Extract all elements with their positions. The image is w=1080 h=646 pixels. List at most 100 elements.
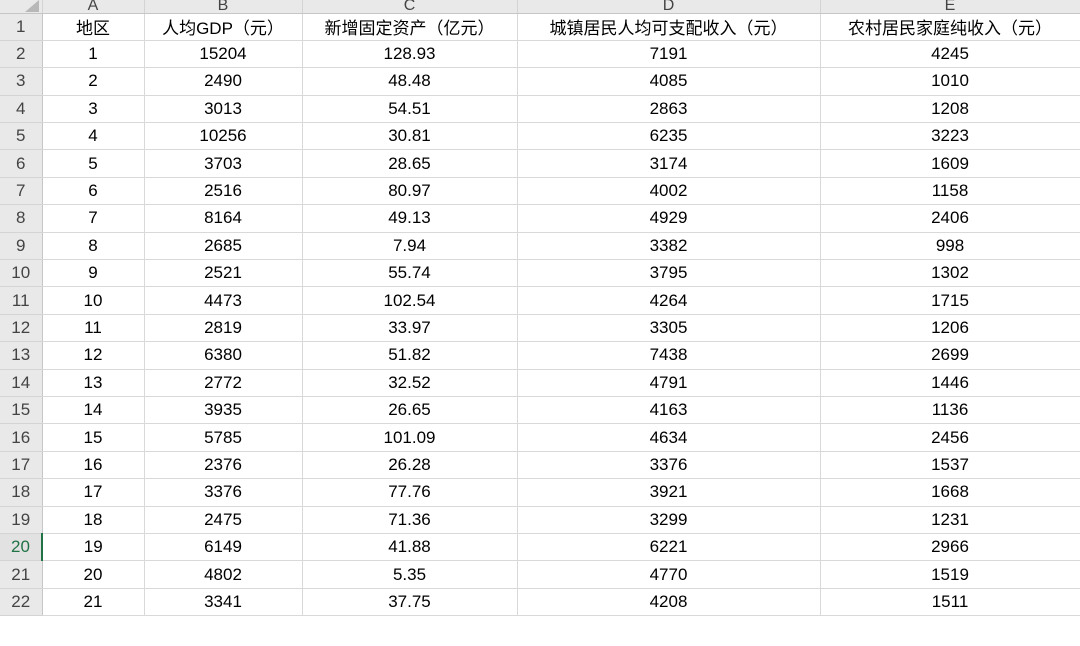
- cell[interactable]: 2863: [517, 95, 821, 124]
- cell[interactable]: 4791: [517, 369, 821, 397]
- cell[interactable]: 4802: [144, 560, 303, 589]
- cell[interactable]: 3376: [517, 451, 821, 480]
- select-all-corner[interactable]: [0, 0, 43, 14]
- cell[interactable]: 1446: [820, 369, 1080, 397]
- cell[interactable]: 2406: [820, 204, 1080, 233]
- cell[interactable]: 1231: [820, 506, 1080, 534]
- cell[interactable]: 33.97: [302, 314, 518, 343]
- row-number[interactable]: 10: [0, 259, 43, 288]
- cell[interactable]: 4208: [517, 588, 821, 617]
- cell[interactable]: 1158: [820, 177, 1080, 206]
- cell[interactable]: 6: [42, 177, 145, 206]
- row-number[interactable]: 17: [0, 451, 43, 480]
- cell[interactable]: 20: [42, 560, 145, 589]
- cell[interactable]: 26.28: [302, 451, 518, 480]
- cell[interactable]: 15: [42, 423, 145, 452]
- cell[interactable]: 7.94: [302, 232, 518, 261]
- cell[interactable]: 3376: [144, 478, 303, 507]
- cell[interactable]: 2699: [820, 341, 1080, 370]
- cell[interactable]: 10256: [144, 122, 303, 151]
- cell[interactable]: 16: [42, 451, 145, 480]
- cell[interactable]: 5: [42, 149, 145, 178]
- cell[interactable]: 4473: [144, 286, 303, 315]
- row-number[interactable]: 14: [0, 369, 43, 397]
- cell[interactable]: 48.48: [302, 67, 518, 96]
- cell[interactable]: 12: [42, 341, 145, 370]
- cell[interactable]: 6221: [517, 533, 821, 562]
- column-header-b[interactable]: B: [144, 0, 303, 14]
- cell[interactable]: 3921: [517, 478, 821, 507]
- cell[interactable]: 3299: [517, 506, 821, 534]
- cell[interactable]: 1208: [820, 95, 1080, 124]
- cell[interactable]: 1519: [820, 560, 1080, 589]
- row-number[interactable]: 12: [0, 314, 43, 343]
- row-number[interactable]: 18: [0, 478, 43, 507]
- cell[interactable]: 102.54: [302, 286, 518, 315]
- cell[interactable]: 17: [42, 478, 145, 507]
- cell[interactable]: 6149: [144, 533, 303, 562]
- header-cell-gdp[interactable]: 人均GDP（元）: [144, 13, 303, 41]
- cell[interactable]: 2516: [144, 177, 303, 206]
- row-number[interactable]: 7: [0, 177, 43, 206]
- cell[interactable]: 2490: [144, 67, 303, 96]
- cell[interactable]: 1: [42, 40, 145, 69]
- cell[interactable]: 21: [42, 588, 145, 617]
- cell[interactable]: 4085: [517, 67, 821, 96]
- row-number[interactable]: 8: [0, 204, 43, 233]
- row-number[interactable]: 2: [0, 40, 43, 69]
- cell[interactable]: 71.36: [302, 506, 518, 534]
- cell[interactable]: 2772: [144, 369, 303, 397]
- cell[interactable]: 54.51: [302, 95, 518, 124]
- cell[interactable]: 37.75: [302, 588, 518, 617]
- cell[interactable]: 55.74: [302, 259, 518, 288]
- cell[interactable]: 4770: [517, 560, 821, 589]
- cell[interactable]: 101.09: [302, 423, 518, 452]
- cell[interactable]: 19: [42, 533, 145, 562]
- header-cell-rural-income[interactable]: 农村居民家庭纯收入（元）: [820, 13, 1080, 41]
- row-number[interactable]: 21: [0, 560, 43, 589]
- cell[interactable]: 3382: [517, 232, 821, 261]
- cell[interactable]: 1511: [820, 588, 1080, 617]
- row-number[interactable]: 13: [0, 341, 43, 370]
- row-number[interactable]: 11: [0, 286, 43, 315]
- cell[interactable]: 8164: [144, 204, 303, 233]
- row-number[interactable]: 16: [0, 423, 43, 452]
- cell[interactable]: 32.52: [302, 369, 518, 397]
- cell[interactable]: 3935: [144, 396, 303, 425]
- column-header-a[interactable]: A: [42, 0, 145, 14]
- cell[interactable]: 7438: [517, 341, 821, 370]
- row-number[interactable]: 15: [0, 396, 43, 425]
- cell[interactable]: 4: [42, 122, 145, 151]
- cell[interactable]: 5.35: [302, 560, 518, 589]
- cell[interactable]: 26.65: [302, 396, 518, 425]
- cell[interactable]: 4245: [820, 40, 1080, 69]
- cell[interactable]: 998: [820, 232, 1080, 261]
- cell[interactable]: 1302: [820, 259, 1080, 288]
- cell[interactable]: 77.76: [302, 478, 518, 507]
- cell[interactable]: 4929: [517, 204, 821, 233]
- cell[interactable]: 10: [42, 286, 145, 315]
- header-cell-urban-income[interactable]: 城镇居民人均可支配收入（元）: [517, 13, 821, 41]
- cell[interactable]: 3013: [144, 95, 303, 124]
- cell[interactable]: 14: [42, 396, 145, 425]
- header-cell-region[interactable]: 地区: [42, 13, 145, 41]
- cell[interactable]: 7191: [517, 40, 821, 69]
- column-header-d[interactable]: D: [517, 0, 821, 14]
- cell[interactable]: 49.13: [302, 204, 518, 233]
- cell[interactable]: 9: [42, 259, 145, 288]
- cell[interactable]: 3341: [144, 588, 303, 617]
- column-header-e[interactable]: E: [820, 0, 1080, 14]
- cell[interactable]: 30.81: [302, 122, 518, 151]
- cell[interactable]: 6235: [517, 122, 821, 151]
- cell[interactable]: 1537: [820, 451, 1080, 480]
- cell[interactable]: 2475: [144, 506, 303, 534]
- row-number[interactable]: 9: [0, 232, 43, 261]
- cell[interactable]: 3795: [517, 259, 821, 288]
- row-number[interactable]: 20: [0, 533, 43, 562]
- cell[interactable]: 3223: [820, 122, 1080, 151]
- row-number[interactable]: 19: [0, 506, 43, 534]
- cell[interactable]: 5785: [144, 423, 303, 452]
- cell[interactable]: 1609: [820, 149, 1080, 178]
- cell[interactable]: 6380: [144, 341, 303, 370]
- header-cell-fixed-assets[interactable]: 新增固定资产（亿元）: [302, 13, 518, 41]
